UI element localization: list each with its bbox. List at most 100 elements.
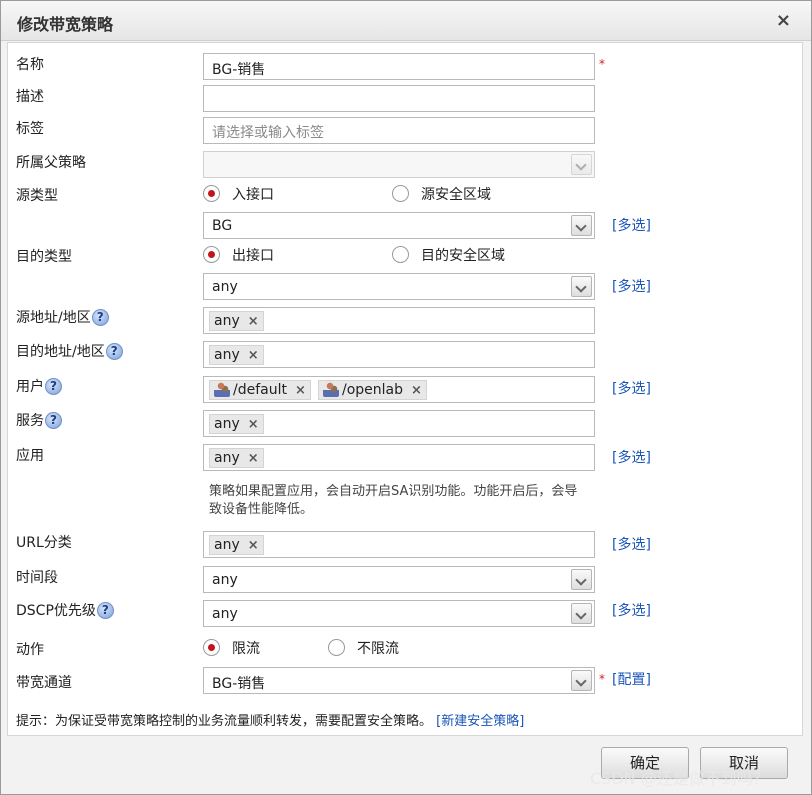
user-tag-default: /default × bbox=[209, 380, 311, 400]
user-tag-openlab: /openlab × bbox=[318, 380, 427, 400]
source-address-input[interactable]: any × bbox=[203, 307, 595, 334]
tags-placeholder: 请选择或输入标签 bbox=[212, 125, 324, 141]
application-input[interactable]: any × bbox=[203, 444, 595, 471]
chevron-down-icon[interactable] bbox=[571, 670, 592, 691]
parent-policy-select bbox=[203, 151, 595, 178]
edit-bandwidth-policy-dialog: 修改带宽策略 × 名称 BG-销售 * 描述 标签 请选择或输入标签 所属父策略… bbox=[0, 0, 812, 795]
dscp-priority-label: DSCP优先级? bbox=[16, 600, 114, 620]
radio-rate-limit[interactable] bbox=[203, 639, 220, 656]
description-label: 描述 bbox=[16, 89, 44, 105]
hint-message: 提示：为保证受带宽策略控制的业务流量顺利转发，需要配置安全策略。 bbox=[16, 714, 433, 729]
url-category-input[interactable]: any × bbox=[203, 531, 595, 558]
dscp-priority-value: any bbox=[212, 606, 238, 622]
help-icon[interactable]: ? bbox=[45, 412, 62, 429]
egress-interface-select[interactable]: any bbox=[203, 273, 595, 300]
time-range-select[interactable]: any bbox=[203, 566, 595, 593]
application-note: 策略如果配置应用，会自动开启SA识别功能。功能开启后，会导致设备性能降低。 bbox=[209, 484, 578, 517]
name-input[interactable]: BG-销售 bbox=[203, 53, 595, 80]
remove-tag-icon[interactable]: × bbox=[248, 538, 259, 553]
help-icon[interactable]: ? bbox=[105, 343, 123, 360]
time-range-label: 时间段 bbox=[16, 570, 58, 586]
remove-tag-icon[interactable]: × bbox=[248, 348, 259, 363]
egress-multiselect-link[interactable]: [多选] bbox=[612, 276, 651, 296]
tags-input[interactable]: 请选择或输入标签 bbox=[203, 117, 595, 144]
service-input[interactable]: any × bbox=[203, 410, 595, 437]
chevron-down-icon[interactable] bbox=[571, 569, 592, 590]
radio-destination-zone-label: 目的安全区域 bbox=[421, 248, 505, 264]
tag-text: /openlab bbox=[342, 382, 404, 398]
radio-source-zone[interactable] bbox=[392, 185, 409, 202]
chevron-down-icon[interactable] bbox=[571, 603, 592, 624]
remove-tag-icon[interactable]: × bbox=[295, 383, 306, 398]
watermark: CSDN @还是做不到吗？ bbox=[590, 769, 769, 788]
help-icon[interactable]: ? bbox=[91, 309, 109, 326]
radio-egress-interface[interactable] bbox=[203, 246, 220, 263]
dscp-priority-select[interactable]: any bbox=[203, 600, 595, 627]
url-category-tag: any × bbox=[209, 535, 264, 555]
form-panel: 名称 BG-销售 * 描述 标签 请选择或输入标签 所属父策略 源类型 入接口 … bbox=[7, 42, 803, 736]
time-range-value: any bbox=[212, 572, 238, 588]
configure-channel-link[interactable]: [配置] bbox=[612, 669, 651, 689]
destination-address-label-text: 目的地址/地区 bbox=[16, 344, 105, 360]
radio-ingress-interface-label: 入接口 bbox=[232, 187, 274, 203]
radio-egress-interface-label: 出接口 bbox=[232, 248, 274, 264]
new-security-policy-link[interactable]: [新建安全策略] bbox=[436, 714, 524, 729]
help-icon[interactable]: ? bbox=[96, 602, 114, 619]
destination-address-label: 目的地址/地区? bbox=[16, 341, 123, 361]
tag-text: any bbox=[214, 347, 240, 363]
url-category-label: URL分类 bbox=[16, 535, 72, 551]
parent-policy-label: 所属父策略 bbox=[16, 155, 86, 171]
radio-destination-zone[interactable] bbox=[392, 246, 409, 263]
service-tag: any × bbox=[209, 414, 264, 434]
remove-tag-icon[interactable]: × bbox=[411, 383, 422, 398]
remove-tag-icon[interactable]: × bbox=[248, 451, 259, 466]
application-label: 应用 bbox=[16, 448, 44, 464]
service-label-text: 服务 bbox=[16, 413, 44, 429]
radio-ingress-interface[interactable] bbox=[203, 185, 220, 202]
description-input[interactable] bbox=[203, 85, 595, 112]
required-marker: * bbox=[599, 672, 605, 686]
radio-source-zone-label: 源安全区域 bbox=[421, 187, 491, 203]
url-multiselect-link[interactable]: [多选] bbox=[612, 534, 651, 554]
chevron-down-icon bbox=[571, 154, 592, 175]
tag-text: any bbox=[214, 313, 240, 329]
user-multiselect-link[interactable]: [多选] bbox=[612, 378, 651, 398]
ingress-interface-select[interactable]: BG bbox=[203, 212, 595, 239]
chevron-down-icon[interactable] bbox=[571, 215, 592, 236]
source-address-label: 源地址/地区? bbox=[16, 307, 109, 327]
action-label: 动作 bbox=[16, 642, 44, 658]
tags-label: 标签 bbox=[16, 121, 44, 137]
user-group-icon bbox=[214, 381, 230, 397]
bandwidth-channel-value: BG-销售 bbox=[212, 676, 266, 692]
ingress-multiselect-link[interactable]: [多选] bbox=[612, 215, 651, 235]
destination-address-input[interactable]: any × bbox=[203, 341, 595, 368]
service-label: 服务? bbox=[16, 410, 62, 430]
close-icon[interactable]: × bbox=[776, 10, 791, 31]
destination-address-tag: any × bbox=[209, 345, 264, 365]
tag-text: /default bbox=[233, 382, 287, 398]
dscp-priority-label-text: DSCP优先级 bbox=[16, 603, 96, 619]
remove-tag-icon[interactable]: × bbox=[248, 314, 259, 329]
tag-text: any bbox=[214, 450, 240, 466]
dscp-multiselect-link[interactable]: [多选] bbox=[612, 600, 651, 620]
user-input[interactable]: /default × /openlab × bbox=[203, 376, 595, 403]
chevron-down-icon[interactable] bbox=[571, 276, 592, 297]
radio-no-limit[interactable] bbox=[328, 639, 345, 656]
radio-no-limit-label: 不限流 bbox=[357, 641, 399, 657]
user-label: 用户? bbox=[16, 376, 62, 396]
bandwidth-channel-select[interactable]: BG-销售 bbox=[203, 667, 595, 694]
remove-tag-icon[interactable]: × bbox=[248, 417, 259, 432]
dialog-titlebar: 修改带宽策略 × bbox=[1, 1, 811, 41]
radio-rate-limit-label: 限流 bbox=[232, 641, 260, 657]
user-label-text: 用户 bbox=[16, 379, 44, 395]
ingress-interface-value: BG bbox=[212, 218, 233, 234]
name-value: BG-销售 bbox=[212, 62, 266, 78]
required-marker: * bbox=[599, 57, 605, 71]
name-label: 名称 bbox=[16, 57, 44, 73]
destination-type-label: 目的类型 bbox=[16, 249, 72, 265]
hint-text: 提示：为保证受带宽策略控制的业务流量顺利转发，需要配置安全策略。 [新建安全策略… bbox=[16, 710, 524, 729]
application-multiselect-link[interactable]: [多选] bbox=[612, 447, 651, 467]
help-icon[interactable]: ? bbox=[45, 378, 62, 395]
source-address-label-text: 源地址/地区 bbox=[16, 310, 91, 326]
bandwidth-channel-label: 带宽通道 bbox=[16, 675, 72, 691]
